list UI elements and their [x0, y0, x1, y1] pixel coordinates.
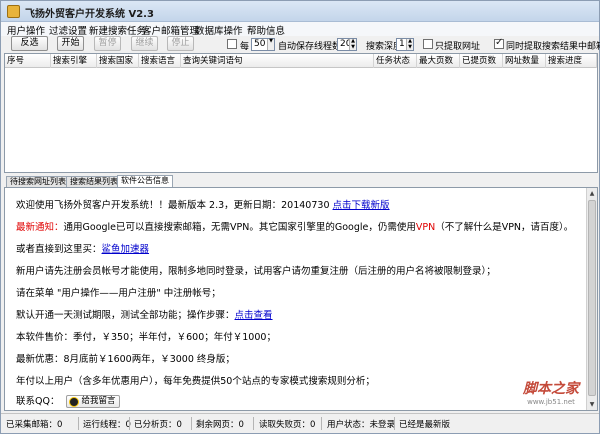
watermark-url: www.jb51.net	[527, 398, 575, 406]
col-country[interactable]: 搜索国家	[97, 54, 139, 68]
status-user-state: 用户状态：未登录	[327, 420, 396, 430]
status-analyzed-pages: 已分析页：0	[134, 420, 182, 430]
status-separator	[129, 417, 130, 430]
per-count-select[interactable]: 50 ▼	[251, 38, 275, 51]
welcome-text: 欢迎使用飞扬外贸客户开发系统！！最新版本 2.3，更新日期：20140730	[16, 200, 333, 211]
latest-notice-text: 通用Google已可以直接搜索邮箱，无需VPN。其它国家引擎里的Google，仍…	[63, 222, 416, 233]
dropdown-arrow-icon: ▼	[267, 38, 274, 50]
invert-select-button[interactable]: 反选	[11, 36, 48, 51]
tab-strip: 待搜索网址列表 搜索结果列表 软件公告信息	[4, 175, 598, 187]
watermark-title: 脚本之家	[523, 381, 579, 397]
per-count-value: 50	[254, 39, 266, 49]
col-progress[interactable]: 搜索进度	[546, 54, 597, 68]
menu-database-ops[interactable]: 数据库操作	[195, 23, 243, 37]
col-index[interactable]: 序号	[5, 54, 51, 68]
menu-new-search-task[interactable]: 新建搜索任务	[89, 23, 146, 37]
qq-penguin-icon	[68, 397, 79, 407]
download-new-version-link[interactable]: 点击下载新版	[333, 200, 390, 211]
scroll-down-icon[interactable]: ▼	[587, 399, 597, 410]
shark-accelerator-link[interactable]: 鲨鱼加速器	[102, 244, 150, 255]
col-keywords[interactable]: 查询关键词语句	[181, 54, 374, 68]
status-running-threads: 运行线程：0	[83, 420, 131, 430]
notice-line-buy: 或者直接到这里买：鲨鱼加速器	[16, 241, 149, 255]
notice-line-latest: 最新通知：通用Google已可以直接搜索邮箱，无需VPN。其它国家引擎里的Goo…	[16, 219, 573, 233]
tab-pending-urls[interactable]: 待搜索网址列表	[6, 176, 70, 187]
task-grid[interactable]: 序号 搜索引擎 搜索国家 搜索语言 查询关键词语句 任务状态 最大页数 已提页数…	[4, 53, 598, 173]
vertical-scrollbar[interactable]: ▲ ▼	[586, 188, 597, 410]
col-max-pages[interactable]: 最大页数	[417, 54, 460, 68]
notice-line-menu-register: 请在菜单 "用户操作——用户注册" 中注册帐号；	[16, 288, 221, 299]
status-separator	[78, 417, 79, 430]
status-version: 已经是最新版	[399, 420, 451, 430]
col-engine[interactable]: 搜索引擎	[51, 54, 97, 68]
status-separator	[321, 417, 322, 430]
scroll-up-icon[interactable]: ▲	[587, 188, 597, 199]
notice-line-price: 本软件售价：季付，￥350；半年付，￥600；年付￥1000；	[16, 332, 276, 343]
vpn-note: （不了解什么是VPN，请百度）。	[435, 222, 574, 233]
notice-line-welcome: 欢迎使用飞扬外贸客户开发系统！！最新版本 2.3，更新日期：20140730 点…	[16, 197, 390, 211]
spin-arrows-icon: ▲ ▼	[406, 38, 413, 50]
status-remaining-pages: 剩余网页：0	[196, 420, 244, 430]
vpn-highlight: VPN	[415, 222, 436, 233]
resume-button[interactable]: 继续	[131, 36, 158, 51]
simultaneous-extract-label: 同时提取搜索结果中邮箱	[506, 42, 600, 52]
menu-user-ops[interactable]: 用户操作	[7, 23, 45, 37]
notice-line-trial: 默认开通一天测试期限，测试全部功能；操作步骤：点击查看	[16, 307, 273, 321]
notice-line-qq: 联系QQ： 给我留言	[16, 393, 120, 408]
leave-message-button[interactable]: 给我留言	[65, 395, 120, 408]
col-task-status[interactable]: 任务状态	[374, 54, 417, 68]
grid-header: 序号 搜索引擎 搜索国家 搜索语言 查询关键词语句 任务状态 最大页数 已提页数…	[5, 54, 597, 68]
view-steps-link[interactable]: 点击查看	[235, 310, 273, 321]
tab-announcements[interactable]: 软件公告信息	[117, 175, 173, 187]
toolbar: 反选 开始 暂停 继续 停止 每 50 ▼ 自动保存 线程数 20 ▲ ▼ 搜索深…	[1, 36, 600, 53]
tab-search-results[interactable]: 搜索结果列表	[66, 176, 122, 187]
start-button[interactable]: 开始	[57, 36, 84, 51]
menu-filter-settings[interactable]: 过滤设置	[49, 23, 87, 37]
only-url-label: 只提取网址	[435, 42, 481, 52]
autosave-checkbox[interactable]	[227, 39, 237, 49]
notice-line-offer: 最新优惠：8月底前￥1600两年，￥3000 终身版；	[16, 354, 235, 365]
depth-stepper[interactable]: 1 ▲ ▼	[396, 38, 414, 51]
col-url-count[interactable]: 网址数量	[503, 54, 546, 68]
title-bar: 飞扬外贸客户开发系统 V2.3	[1, 1, 599, 22]
status-bar: 已采集邮箱：0 运行线程：0 已分析页：0 剩余网页：0 读取失败页：0 用户状…	[1, 413, 599, 433]
menu-email-management[interactable]: 客户邮箱管理	[142, 23, 199, 37]
col-fetched-pages[interactable]: 已提页数	[460, 54, 503, 68]
status-emails-collected: 已采集邮箱：0	[6, 420, 63, 430]
status-separator	[394, 417, 395, 430]
only-url-checkbox[interactable]	[423, 39, 433, 49]
announcement-panel: 欢迎使用飞扬外贸客户开发系统！！最新版本 2.3，更新日期：20140730 点…	[4, 187, 598, 411]
stop-button[interactable]: 停止	[167, 36, 194, 51]
buy-text: 或者直接到这里买：	[16, 244, 102, 255]
status-separator	[191, 417, 192, 430]
window-title: 飞扬外贸客户开发系统 V2.3	[25, 9, 154, 20]
scroll-thumb[interactable]	[588, 200, 596, 396]
app-window: 飞扬外贸客户开发系统 V2.3 用户操作 过滤设置 新建搜索任务 客户邮箱管理 …	[0, 0, 600, 434]
qq-label: 联系QQ：	[16, 396, 60, 407]
autosave-label: 自动保存	[278, 42, 315, 52]
menu-bar: 用户操作 过滤设置 新建搜索任务 客户邮箱管理 数据库操作 帮助信息	[1, 22, 599, 37]
status-failed-pages: 读取失败页：0	[259, 420, 316, 430]
app-icon	[7, 5, 20, 18]
depth-value: 1	[399, 39, 405, 49]
threads-stepper[interactable]: 20 ▲ ▼	[337, 38, 357, 51]
col-language[interactable]: 搜索语言	[139, 54, 181, 68]
simultaneous-extract-checkbox[interactable]	[494, 37, 504, 49]
notice-line-annual: 年付以上用户（含多年优惠用户），每年免费提供50个站点的专家模式搜索规则分析；	[16, 376, 375, 387]
status-separator	[253, 417, 254, 430]
leave-message-label: 给我留言	[81, 396, 116, 406]
menu-help[interactable]: 帮助信息	[247, 23, 285, 37]
watermark: 脚本之家 www.jb51.net	[523, 378, 579, 406]
latest-notice-label: 最新通知：	[16, 222, 64, 233]
trial-text: 默认开通一天测试期限，测试全部功能；操作步骤：	[16, 310, 235, 321]
pause-button[interactable]: 暂停	[94, 36, 121, 51]
notice-line-register: 新用户请先注册会员帐号才能使用，限制多地同时登录，试用客户请勿重复注册（后注册的…	[16, 266, 496, 277]
per-label: 每	[240, 42, 250, 52]
spin-arrows-icon: ▲ ▼	[349, 38, 356, 50]
